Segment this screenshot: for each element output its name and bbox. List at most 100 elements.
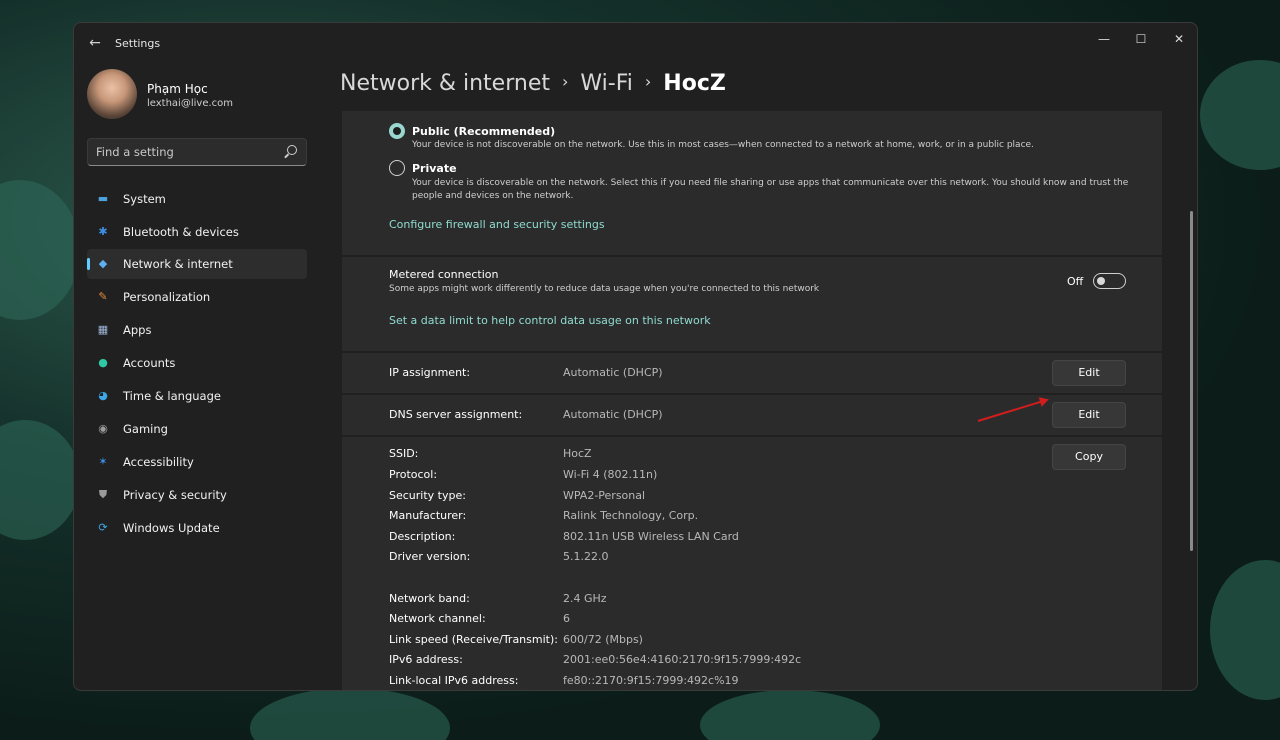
- person-icon: ●: [98, 356, 108, 369]
- breadcrumb-wifi[interactable]: Wi-Fi: [580, 71, 633, 96]
- shield-icon: ⛊: [98, 488, 108, 501]
- background-leaf: [0, 180, 80, 320]
- public-option-title: Public (Recommended): [412, 125, 556, 138]
- title-bar: ← Settings — ☐ ✕: [74, 23, 1197, 63]
- sidebar-item-network[interactable]: ◆ Network & internet: [87, 249, 307, 279]
- sidebar-item-system[interactable]: ▬ System: [87, 184, 307, 214]
- metered-desc: Some apps might work differently to redu…: [389, 284, 820, 294]
- gamepad-icon: ◉: [98, 422, 108, 435]
- property-value: Wi-Fi 4 (802.11n): [563, 468, 658, 481]
- sync-icon: ⟳: [98, 521, 108, 534]
- sidebar-item-bluetooth[interactable]: ✱ Bluetooth & devices: [87, 217, 307, 247]
- avatar[interactable]: [87, 69, 137, 119]
- sidebar-item-apps[interactable]: ▦ Apps: [87, 315, 307, 345]
- property-value: 802.11n USB Wireless LAN Card: [563, 530, 739, 543]
- metered-toggle[interactable]: [1093, 273, 1126, 289]
- property-label: IPv6 address:: [389, 653, 463, 666]
- property-label: Network band:: [389, 592, 470, 605]
- minimize-icon[interactable]: —: [1085, 27, 1123, 51]
- content-scrollbar[interactable]: [1190, 211, 1193, 551]
- sidebar-item-label: Accounts: [123, 356, 176, 370]
- property-value: 6: [563, 612, 570, 625]
- background-leaf: [1210, 560, 1280, 700]
- property-value: 2001:ee0:56e4:4160:2170:9f15:7999:492c: [563, 653, 802, 666]
- breadcrumb-network[interactable]: Network & internet: [340, 71, 550, 96]
- ip-edit-button[interactable]: Edit: [1052, 360, 1126, 386]
- search-box: [87, 138, 307, 166]
- property-value: 600/72 (Mbps): [563, 633, 643, 646]
- metered-connection-card: Metered connection Some apps might work …: [342, 257, 1162, 351]
- metered-title: Metered connection: [389, 268, 499, 281]
- property-value: 5.1.22.0: [563, 550, 609, 563]
- sidebar-item-label: Apps: [123, 323, 152, 337]
- sidebar-item-gaming[interactable]: ◉ Gaming: [87, 414, 307, 444]
- app-title: Settings: [115, 37, 161, 50]
- ip-assignment-card: IP assignment: Automatic (DHCP) Edit: [342, 353, 1162, 393]
- background-leaf: [1200, 60, 1280, 170]
- sidebar-item-accounts[interactable]: ● Accounts: [87, 348, 307, 378]
- property-label: Description:: [389, 530, 456, 543]
- property-value: 2.4 GHz: [563, 592, 607, 605]
- sidebar-item-label: Windows Update: [123, 521, 220, 535]
- public-radio[interactable]: [389, 123, 405, 139]
- sidebar-item-accessibility[interactable]: ✶ Accessibility: [87, 447, 307, 477]
- apps-icon: ▦: [97, 323, 109, 336]
- user-email: lexthai@live.com: [147, 98, 234, 109]
- breadcrumb: Network & internet › Wi-Fi › HocZ: [340, 71, 726, 96]
- sidebar-item-label: Network & internet: [123, 257, 233, 271]
- property-label: Link-local IPv6 address:: [389, 674, 519, 687]
- property-value: WPA2-Personal: [563, 489, 646, 502]
- wifi-icon: ◆: [98, 257, 108, 270]
- properties-card: Copy SSID: HocZ Protocol: Wi-Fi 4 (802.1…: [342, 437, 1162, 690]
- metered-toggle-state: Off: [1067, 275, 1084, 288]
- sidebar-item-label: System: [123, 192, 166, 206]
- sidebar-item-label: Accessibility: [123, 455, 194, 469]
- property-value: fe80::2170:9f15:7999:492c%19: [563, 674, 739, 687]
- sidebar-item-personalization[interactable]: ✎ Personalization: [87, 282, 307, 312]
- property-label: Driver version:: [389, 550, 471, 563]
- chevron-right-icon: ›: [644, 72, 652, 91]
- property-label: Protocol:: [389, 468, 438, 481]
- private-radio[interactable]: [389, 160, 405, 176]
- dns-assignment-value: Automatic (DHCP): [563, 408, 663, 421]
- property-value: Ralink Technology, Corp.: [563, 509, 699, 522]
- page-title: HocZ: [663, 71, 726, 96]
- ip-assignment-value: Automatic (DHCP): [563, 366, 663, 379]
- property-label: SSID:: [389, 447, 419, 460]
- property-label: Network channel:: [389, 612, 486, 625]
- firewall-settings-link[interactable]: Configure firewall and security settings: [389, 218, 605, 231]
- sidebar-item-privacy-security[interactable]: ⛊ Privacy & security: [87, 480, 307, 510]
- display-icon: ▬: [97, 192, 109, 205]
- sidebar-item-label: Privacy & security: [123, 488, 227, 502]
- bluetooth-icon: ✱: [98, 225, 108, 238]
- user-name: Phạm Học: [147, 82, 208, 96]
- property-label: Manufacturer:: [389, 509, 467, 522]
- search-icon[interactable]: [287, 145, 297, 155]
- sidebar-item-windows-update[interactable]: ⟳ Windows Update: [87, 513, 307, 543]
- private-option-desc: Your device is discoverable on the netwo…: [412, 178, 1129, 201]
- maximize-icon[interactable]: ☐: [1122, 27, 1160, 51]
- brush-icon: ✎: [98, 290, 108, 303]
- property-label: Security type:: [389, 489, 466, 502]
- copy-properties-button[interactable]: Copy: [1052, 444, 1126, 470]
- sidebar: Phạm Học lexthai@live.com ▬ System ✱ Blu…: [74, 63, 324, 690]
- background-leaf: [250, 688, 450, 740]
- public-option-desc: Your device is not discoverable on the n…: [412, 140, 1034, 150]
- search-input[interactable]: [96, 145, 276, 159]
- settings-window: ← Settings — ☐ ✕ Phạm Học lexthai@live.c…: [73, 22, 1198, 691]
- toggle-knob: [1097, 276, 1105, 285]
- background-leaf: [700, 690, 880, 740]
- sidebar-item-label: Bluetooth & devices: [123, 225, 239, 239]
- background-leaf: [0, 420, 80, 540]
- accessibility-icon: ✶: [98, 455, 108, 468]
- property-label: Link speed (Receive/Transmit):: [389, 633, 558, 646]
- back-arrow-icon[interactable]: ←: [84, 33, 106, 53]
- dns-assignment-label: DNS server assignment:: [389, 408, 523, 421]
- property-value: HocZ: [563, 447, 592, 460]
- close-icon[interactable]: ✕: [1160, 27, 1197, 51]
- dns-edit-button[interactable]: Edit: [1052, 402, 1126, 428]
- sidebar-item-time-language[interactable]: ◕ Time & language: [87, 381, 307, 411]
- chevron-right-icon: ›: [561, 72, 569, 91]
- data-limit-link[interactable]: Set a data limit to help control data us…: [389, 314, 711, 327]
- globe-clock-icon: ◕: [98, 389, 108, 402]
